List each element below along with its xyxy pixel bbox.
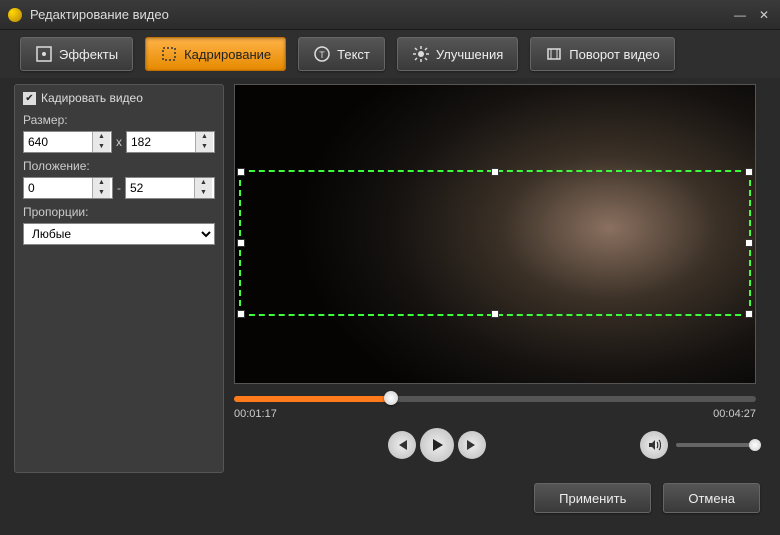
crop-handle-mr[interactable] xyxy=(745,239,753,247)
tab-text[interactable]: T Текст xyxy=(298,37,385,71)
text-icon: T xyxy=(313,45,331,63)
crop-checkbox-label: Кадировать видео xyxy=(41,91,143,105)
posy-down[interactable]: ▼ xyxy=(195,188,212,198)
tab-crop[interactable]: Кадрирование xyxy=(145,37,286,71)
posy-input[interactable] xyxy=(126,178,194,198)
tab-label: Кадрирование xyxy=(184,47,271,62)
prev-button[interactable] xyxy=(388,431,416,459)
video-preview[interactable] xyxy=(234,84,756,384)
posx-down[interactable]: ▼ xyxy=(93,188,110,198)
tab-label: Поворот видео xyxy=(569,47,660,62)
cancel-button[interactable]: Отмена xyxy=(663,483,760,513)
width-spinner[interactable]: ▲▼ xyxy=(23,131,112,153)
crop-handle-ml[interactable] xyxy=(237,239,245,247)
effects-icon xyxy=(35,45,53,63)
width-up[interactable]: ▲ xyxy=(93,132,110,142)
crop-handle-bc[interactable] xyxy=(491,310,499,318)
crop-rectangle[interactable] xyxy=(239,170,751,316)
aspect-select[interactable]: Любые xyxy=(23,223,215,245)
time-total: 00:04:27 xyxy=(713,408,756,420)
posx-up[interactable]: ▲ xyxy=(93,178,110,188)
footer: Применить Отмена xyxy=(0,473,780,523)
crop-handle-tr[interactable] xyxy=(745,168,753,176)
height-input[interactable] xyxy=(127,132,195,152)
volume-slider[interactable] xyxy=(676,443,756,447)
height-spinner[interactable]: ▲▼ xyxy=(126,131,215,153)
window-title: Редактирование видео xyxy=(30,7,732,22)
position-separator: - xyxy=(117,181,121,195)
crop-handle-tc[interactable] xyxy=(491,168,499,176)
width-down[interactable]: ▼ xyxy=(93,142,110,152)
crop-icon xyxy=(160,45,178,63)
tab-bar: Эффекты Кадрирование T Текст Улучшения П… xyxy=(0,30,780,78)
crop-panel: ✔ Кадировать видео Размер: ▲▼ x ▲▼ Полож… xyxy=(14,84,224,473)
position-label: Положение: xyxy=(23,159,215,173)
width-input[interactable] xyxy=(24,132,92,152)
volume-thumb[interactable] xyxy=(749,439,761,451)
timeline-progress xyxy=(234,396,391,402)
crop-handle-tl[interactable] xyxy=(237,168,245,176)
tab-label: Текст xyxy=(337,47,370,62)
next-button[interactable] xyxy=(458,431,486,459)
close-button[interactable]: ✕ xyxy=(756,8,772,22)
svg-text:T: T xyxy=(319,50,325,60)
enhance-icon xyxy=(412,45,430,63)
timeline[interactable]: 00:01:17 00:04:27 xyxy=(234,396,756,420)
crop-handle-br[interactable] xyxy=(745,310,753,318)
posy-spinner[interactable]: ▲▼ xyxy=(125,177,215,199)
size-label: Размер: xyxy=(23,113,215,127)
app-icon xyxy=(8,8,22,22)
height-down[interactable]: ▼ xyxy=(196,142,213,152)
timeline-thumb[interactable] xyxy=(384,391,398,405)
posx-input[interactable] xyxy=(24,178,92,198)
posx-spinner[interactable]: ▲▼ xyxy=(23,177,113,199)
tab-effects[interactable]: Эффекты xyxy=(20,37,133,71)
tab-rotate[interactable]: Поворот видео xyxy=(530,37,675,71)
volume-button[interactable] xyxy=(640,431,668,459)
aspect-label: Пропорции: xyxy=(23,205,215,219)
tab-enhance[interactable]: Улучшения xyxy=(397,37,518,71)
minimize-button[interactable]: — xyxy=(732,8,748,22)
apply-button[interactable]: Применить xyxy=(534,483,651,513)
play-button[interactable] xyxy=(420,428,454,462)
tab-label: Эффекты xyxy=(59,47,118,62)
height-up[interactable]: ▲ xyxy=(196,132,213,142)
tab-label: Улучшения xyxy=(436,47,503,62)
size-separator: x xyxy=(116,135,122,149)
rotate-icon xyxy=(545,45,563,63)
posy-up[interactable]: ▲ xyxy=(195,178,212,188)
time-current: 00:01:17 xyxy=(234,408,277,420)
crop-checkbox[interactable]: ✔ xyxy=(23,92,36,105)
titlebar: Редактирование видео — ✕ xyxy=(0,0,780,30)
crop-handle-bl[interactable] xyxy=(237,310,245,318)
